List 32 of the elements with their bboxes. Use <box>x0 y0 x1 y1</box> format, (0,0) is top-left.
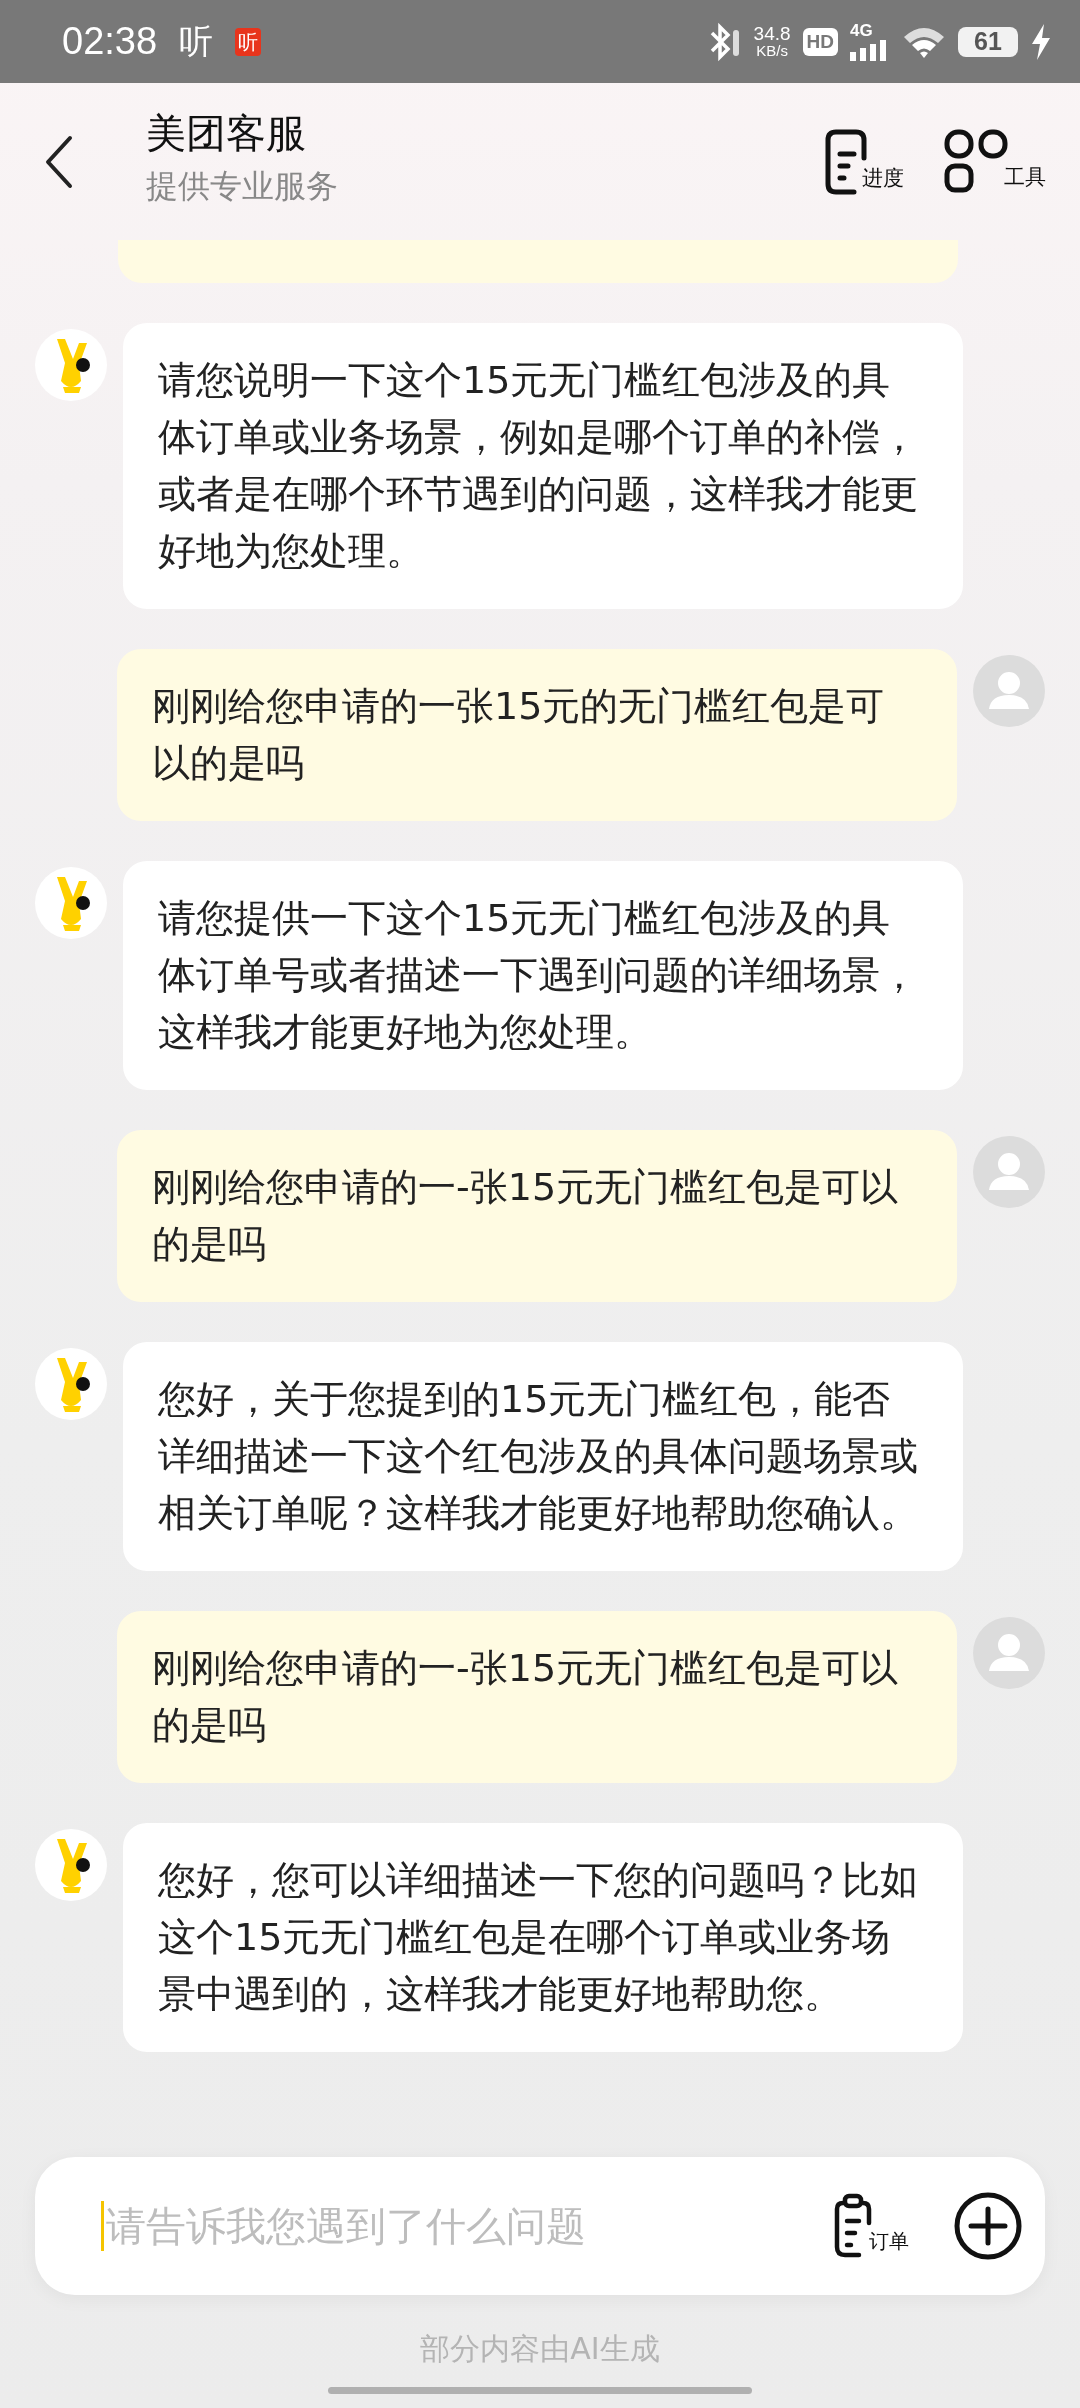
bot-avatar <box>35 329 107 401</box>
message-bubble: 您好，您可以详细描述一下您的问题吗？比如这个15元无门槛红包是在哪个订单或业务场景中遇到的，这样我才能更好地帮助您。 <box>123 1823 963 2052</box>
ai-disclaimer: 部分内容由AI生成 <box>420 2330 660 2368</box>
chat-title: 美团客服 <box>146 109 307 158</box>
message-input[interactable]: 请告诉我您遇到了什么问题 <box>101 2201 833 2251</box>
speed-unit: KB/s <box>756 41 788 59</box>
chat-subtitle: 提供专业服务 <box>146 166 339 207</box>
message-bubble: 刚刚给您申请的一张15元的无门槛红包是可以的是吗 <box>117 649 957 821</box>
clock: 02:38 <box>62 20 158 63</box>
add-button[interactable] <box>953 2191 1023 2261</box>
message-bubble: 您好，关于您提到的15元无门槛红包，能否详细描述一下这个红包涉及的具体问题场景或相关订单呢？这样我才能更好地帮助您确认。 <box>123 1342 963 1571</box>
bot-avatar <box>35 867 107 939</box>
tools-button[interactable]: 工具 <box>944 128 1046 195</box>
bot-avatar <box>35 1348 107 1420</box>
plus-icon <box>953 2191 1023 2261</box>
message-bubble: 刚刚给您申请的一-张15元无门槛红包是可以的是吗 <box>117 1130 957 1302</box>
bot-avatar <box>35 1829 107 1901</box>
notification-icon: 听 <box>179 18 214 65</box>
user-avatar <box>973 1617 1045 1689</box>
user-avatar <box>973 655 1045 727</box>
message-bubble: 刚刚给您申请的一-张15元无门槛红包是可以的是吗 <box>117 1611 957 1783</box>
input-bar[interactable]: 请告诉我您遇到了什么问题 订单 <box>35 2157 1045 2295</box>
message-bubble: 请您提供一下这个15元无门槛红包涉及的具体订单号或者描述一下遇到问题的详细场景，这样我才能更好地为您处理。 <box>123 861 963 1090</box>
user-avatar <box>973 1136 1045 1208</box>
app-notification-icon: 听 <box>235 27 262 56</box>
network-speed: 34.8 <box>753 24 791 42</box>
hd-badge: HD <box>802 27 838 56</box>
order-button[interactable]: 订单 <box>833 2193 909 2259</box>
message-bubble: 请您说明一下这个15元无门槛红包涉及的具体订单或业务场景，例如是哪个订单的补偿，或者是在哪个环节遇到的问题，这样我才能更好地为您处理。 <box>123 323 963 609</box>
battery-icon: 61 <box>958 26 1018 57</box>
network-type: 4G <box>850 22 873 39</box>
progress-button[interactable]: 进度 <box>824 127 904 196</box>
